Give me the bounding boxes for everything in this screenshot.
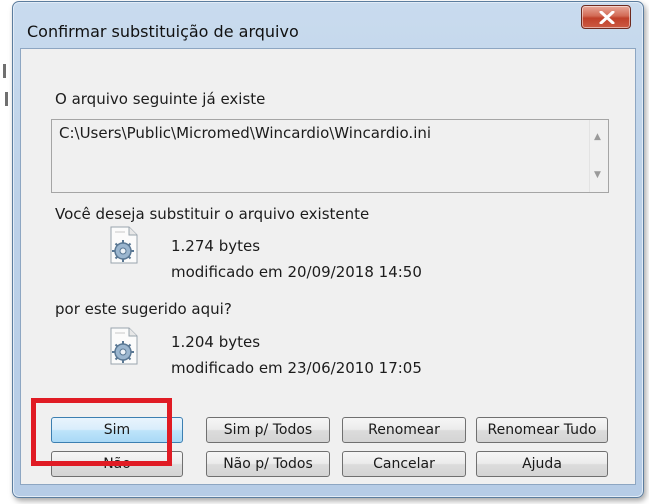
- rename-all-button[interactable]: Renomear Tudo: [476, 417, 608, 443]
- no-button[interactable]: Não: [51, 451, 183, 477]
- scroll-up-arrow-icon[interactable]: ▲: [594, 132, 601, 142]
- scroll-down-arrow-icon[interactable]: ▼: [594, 170, 601, 180]
- confirm-replace-dialog: Confirmar substituição de arquivo O arqu…: [12, 1, 644, 498]
- close-icon: [599, 11, 615, 24]
- existing-file-modified: modificado em 20/09/2018 14:50: [171, 263, 422, 281]
- no-to-all-button[interactable]: Não p/ Todos: [206, 451, 330, 477]
- yes-to-all-button[interactable]: Sim p/ Todos: [206, 417, 330, 443]
- yes-button[interactable]: Sim: [51, 417, 183, 443]
- config-file-icon: [110, 226, 138, 264]
- path-scrollbar[interactable]: ▲ ▼: [589, 120, 608, 192]
- intro-text: O arquivo seguinte já existe: [55, 90, 266, 108]
- help-button[interactable]: Ajuda: [476, 451, 608, 477]
- suggested-file-size: 1.204 bytes: [171, 333, 261, 351]
- window-title: Confirmar substituição de arquivo: [27, 22, 299, 41]
- desktop-background: [0, 0, 12, 504]
- cancel-button[interactable]: Cancelar: [342, 451, 466, 477]
- title-bar[interactable]: Confirmar substituição de arquivo: [13, 2, 643, 41]
- desktop-fragment: [3, 64, 6, 78]
- file-path-box[interactable]: C:\Users\Public\Micromed\Wincardio\Winca…: [51, 119, 609, 193]
- config-file-icon: [110, 327, 138, 365]
- suggested-file-modified: modificado em 23/06/2010 17:05: [171, 359, 422, 377]
- existing-file-size: 1.274 bytes: [171, 237, 261, 255]
- desktop-fragment: [5, 92, 8, 106]
- file-path: C:\Users\Public\Micromed\Wincardio\Winca…: [59, 124, 432, 142]
- rename-button[interactable]: Renomear: [342, 417, 466, 443]
- close-button[interactable]: [581, 5, 631, 29]
- replacement-prompt: por este sugerido aqui?: [55, 300, 232, 318]
- question-text: Você deseja substituir o arquivo existen…: [55, 205, 370, 223]
